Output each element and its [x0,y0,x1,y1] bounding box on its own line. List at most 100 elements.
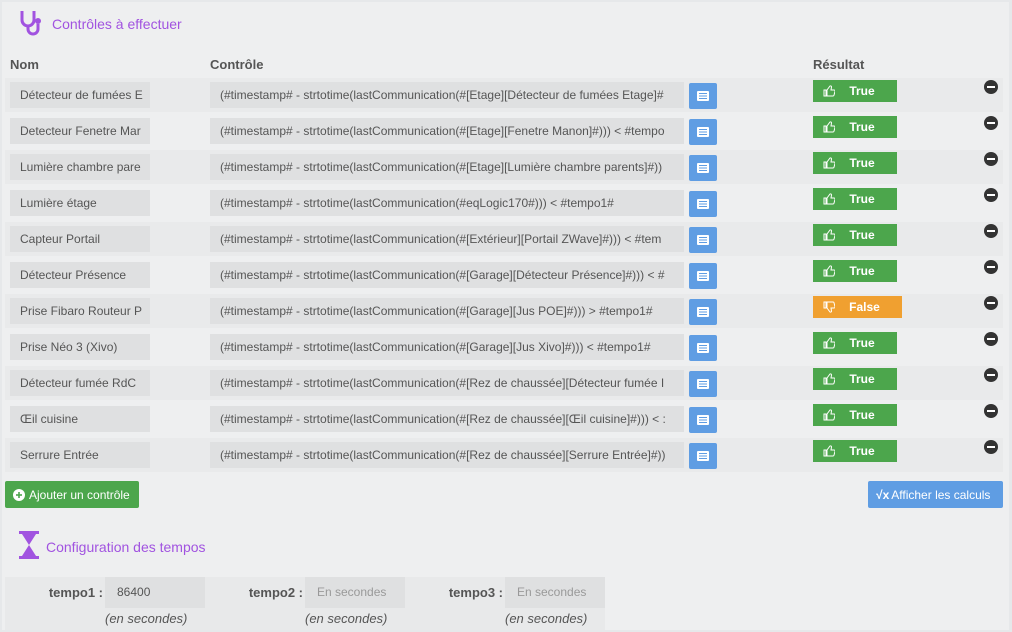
column-header-name: Nom [10,57,39,72]
result-badge: True [813,116,897,138]
control-expression-input[interactable]: (#timestamp# - strtotime(lastCommunicati… [210,442,684,468]
result-badge: True [813,224,897,246]
tempo2-label: tempo2 : [248,585,303,600]
control-row: Détecteur fumée RdC (#timestamp# - strto… [5,366,1003,400]
tempos-title-text: Configuration des tempos [46,539,206,555]
control-expression-input[interactable]: (#timestamp# - strtotime(lastCommunicati… [210,298,684,324]
result-text: True [849,444,875,458]
control-name-input[interactable]: Serrure Entrée [10,442,150,468]
result-text: True [849,84,875,98]
remove-control-icon[interactable] [984,404,998,418]
expression-helper-button[interactable] [689,299,717,325]
control-row: Prise Fibaro Routeur P (#timestamp# - st… [5,294,1003,328]
control-expression-input[interactable]: (#timestamp# - strtotime(lastCommunicati… [210,190,684,216]
show-calculations-button[interactable]: √x Afficher les calculs [868,481,1003,508]
control-expression-input[interactable]: (#timestamp# - strtotime(lastCommunicati… [210,334,684,360]
remove-control-icon[interactable] [984,188,998,202]
expression-helper-button[interactable] [689,83,717,109]
control-name-input[interactable]: Détecteur Présence [10,262,150,288]
result-badge: True [813,404,897,426]
result-badge: True [813,332,897,354]
control-name-input[interactable]: Détecteur fumée RdC [10,370,150,396]
expression-helper-button[interactable] [689,227,717,253]
list-icon [697,343,709,353]
control-name-input[interactable]: Capteur Portail [10,226,150,252]
control-expression-input[interactable]: (#timestamp# - strtotime(lastCommunicati… [210,370,684,396]
control-name-input[interactable]: Prise Néo 3 (Xivo) [10,334,150,360]
expression-helper-button[interactable] [689,335,717,361]
thumbs-down-icon [823,301,835,313]
result-text: True [849,264,875,278]
control-row: Detecteur Fenetre Mar (#timestamp# - str… [5,114,1003,148]
thumbs-up-icon [823,157,835,169]
tempo3-label: tempo3 : [448,585,503,600]
result-badge: True [813,368,897,390]
result-badge: True [813,152,897,174]
control-row: Capteur Portail (#timestamp# - strtotime… [5,222,1003,256]
control-name-input[interactable]: Detecteur Fenetre Mar [10,118,150,144]
control-expression-input[interactable]: (#timestamp# - strtotime(lastCommunicati… [210,82,684,108]
remove-control-icon[interactable] [984,224,998,238]
tempo2-help: (en secondes) [305,611,388,626]
thumbs-up-icon [823,337,835,349]
result-text: False [849,300,880,314]
control-expression-input[interactable]: (#timestamp# - strtotime(lastCommunicati… [210,226,684,252]
thumbs-up-icon [823,193,835,205]
result-text: True [849,408,875,422]
remove-control-icon[interactable] [984,260,998,274]
result-text: True [849,228,875,242]
control-row: Détecteur Présence (#timestamp# - strtot… [5,258,1003,292]
thumbs-up-icon [823,445,835,457]
tempo2-input[interactable]: En secondes [305,577,405,608]
tempos-section-title: Configuration des tempos [18,530,206,560]
controls-section-title: Contrôles à effectuer [18,8,182,36]
remove-control-icon[interactable] [984,116,998,130]
expression-helper-button[interactable] [689,371,717,397]
remove-control-icon[interactable] [984,440,998,454]
list-icon [697,415,709,425]
expression-helper-button[interactable] [689,407,717,433]
result-badge: False [813,296,902,318]
result-badge: True [813,80,897,102]
list-icon [697,235,709,245]
square-root-icon: √x [876,487,890,502]
control-expression-input[interactable]: (#timestamp# - strtotime(lastCommunicati… [210,406,684,432]
control-row: Détecteur de fumées E (#timestamp# - str… [5,78,1003,112]
control-expression-input[interactable]: (#timestamp# - strtotime(lastCommunicati… [210,118,684,144]
control-expression-input[interactable]: (#timestamp# - strtotime(lastCommunicati… [210,154,684,180]
thumbs-up-icon [823,409,835,421]
remove-control-icon[interactable] [984,296,998,310]
result-text: True [849,192,875,206]
control-name-input[interactable]: Œil cuisine [10,406,150,432]
tempo1-help: (en secondes) [105,611,188,626]
tempo1-input[interactable]: 86400 [105,577,205,608]
thumbs-up-icon [823,121,835,133]
control-name-input[interactable]: Lumière chambre pare [10,154,150,180]
expression-helper-button[interactable] [689,155,717,181]
tempo3-input[interactable]: En secondes [505,577,605,608]
expression-helper-button[interactable] [689,263,717,289]
control-expression-input[interactable]: (#timestamp# - strtotime(lastCommunicati… [210,262,684,288]
control-row: Lumière chambre pare (#timestamp# - strt… [5,150,1003,184]
control-name-input[interactable]: Lumière étage [10,190,150,216]
tempo1-label: tempo1 : [48,585,103,600]
remove-control-icon[interactable] [984,80,998,94]
thumbs-up-icon [823,373,835,385]
remove-control-icon[interactable] [984,332,998,346]
list-icon [697,307,709,317]
control-row: Œil cuisine (#timestamp# - strtotime(las… [5,402,1003,436]
expression-helper-button[interactable] [689,191,717,217]
result-badge: True [813,260,897,282]
list-icon [697,163,709,173]
control-name-input[interactable]: Détecteur de fumées E [10,82,150,108]
expression-helper-button[interactable] [689,119,717,145]
expression-helper-button[interactable] [689,443,717,469]
control-row: Serrure Entrée (#timestamp# - strtotime(… [5,438,1003,472]
add-control-button[interactable]: Ajouter un contrôle [5,481,139,508]
list-icon [697,451,709,461]
thumbs-up-icon [823,265,835,277]
remove-control-icon[interactable] [984,152,998,166]
list-icon [697,199,709,209]
control-name-input[interactable]: Prise Fibaro Routeur P [10,298,150,324]
remove-control-icon[interactable] [984,368,998,382]
